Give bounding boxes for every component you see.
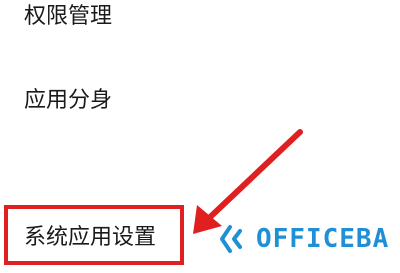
watermark-text: OFFICEBA	[256, 224, 390, 254]
officeba-logo-icon	[220, 225, 242, 253]
settings-page: 权限管理 应用分身 系统应用设置 OFFICEBA	[0, 0, 400, 273]
menu-item-system-app-settings[interactable]: 系统应用设置	[24, 227, 156, 249]
menu-item-app-clone[interactable]: 应用分身	[24, 90, 112, 112]
watermark: OFFICEBA	[218, 224, 389, 254]
menu-item-permission-management[interactable]: 权限管理	[24, 6, 112, 28]
